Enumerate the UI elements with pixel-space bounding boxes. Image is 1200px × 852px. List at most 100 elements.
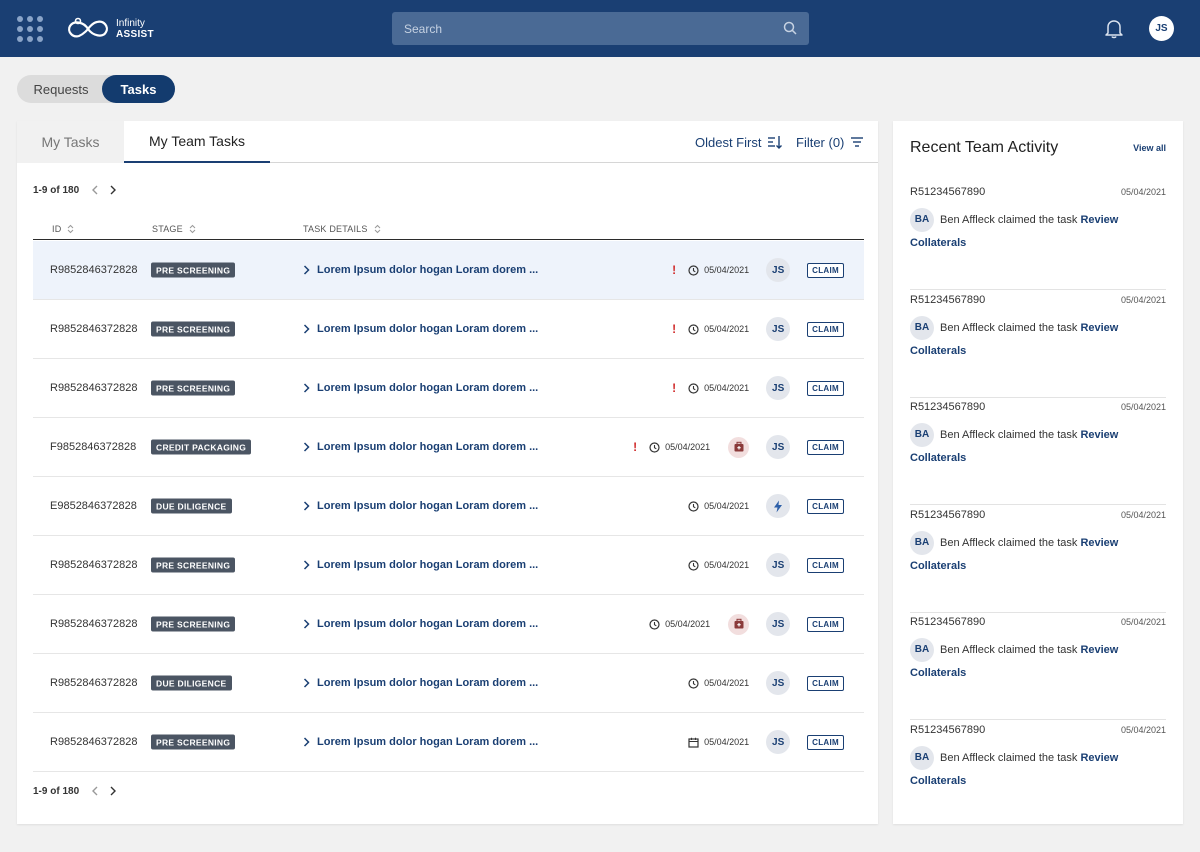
table-row[interactable]: R9852846372828 PRE SCREENING Lorem Ipsum d… [33, 359, 864, 418]
task-details-link[interactable]: Lorem Ipsum dolor hogan Loram dorem ... [303, 300, 538, 358]
assignee-avatar[interactable]: JS [766, 730, 791, 754]
task-id: R9852846372828 [50, 677, 138, 689]
tab-my-team-tasks[interactable]: My Team Tasks [124, 121, 270, 163]
activity-date: 05/04/2021 [1120, 187, 1166, 197]
chevron-right-icon [303, 265, 310, 275]
task-id: R9852846372828 [50, 382, 138, 394]
table-row[interactable]: R9852846372828 PRE SCREENING Lorem Ipsum d… [33, 536, 864, 595]
activity-request-id: R51234567890 [910, 401, 986, 413]
due-date: 05/04/2021 [688, 677, 749, 689]
logo[interactable]: Infinity ASSIST [66, 14, 154, 44]
claim-button[interactable]: CLAIM [807, 734, 844, 750]
task-id: R9852846372828 [50, 264, 138, 276]
claim-button[interactable]: CLAIM [807, 321, 844, 337]
search-input[interactable] [392, 12, 809, 45]
tab-my-tasks[interactable]: My Tasks [17, 121, 124, 163]
table-row[interactable]: E9852846372828 DUE DILIGENCE Lorem Ipsum d… [33, 477, 864, 536]
due-date-text: 05/04/2021 [665, 442, 711, 452]
table-row[interactable]: R9852846372828 PRE SCREENING Lorem Ipsum d… [33, 595, 864, 654]
task-details-text: Lorem Ipsum dolor hogan Loram dorem ... [317, 736, 539, 748]
chevron-right-icon [110, 786, 117, 796]
search-box [392, 12, 809, 45]
task-details-text: Lorem Ipsum dolor hogan Loram dorem ... [317, 264, 539, 276]
assignee-avatar[interactable]: JS [766, 376, 791, 400]
table-row[interactable]: R9852846372828 PRE SCREENING Lorem Ipsum d… [33, 713, 864, 772]
tasks-panel: My Tasks My Team Tasks Oldest First Filt… [17, 121, 878, 824]
stage-badge: CREDIT PACKAGING [151, 439, 252, 455]
stage-badge: DUE DILIGENCE [151, 498, 232, 514]
row-meta: 05/04/2021 JS CLAIM [688, 713, 844, 771]
row-meta: ! 05/04/2021 JS CLAIM [669, 241, 844, 299]
claim-button[interactable]: CLAIM [807, 557, 844, 573]
table-header: ID STAGE TASK DETAILS [33, 217, 864, 240]
assignee-avatar[interactable]: JS [766, 612, 791, 636]
due-date: 05/04/2021 [688, 323, 749, 335]
task-details-link[interactable]: Lorem Ipsum dolor hogan Loram dorem ... [303, 713, 538, 771]
task-details-link[interactable]: Lorem Ipsum dolor hogan Loram dorem ... [303, 595, 538, 653]
row-meta: 05/04/2021 JS CLAIM [649, 595, 844, 653]
next-page-button[interactable] [109, 185, 117, 195]
column-header-id[interactable]: ID [52, 217, 74, 240]
claim-button[interactable]: CLAIM [807, 498, 844, 514]
avatar: BA [910, 530, 934, 555]
claim-button[interactable]: CLAIM [807, 616, 844, 632]
assignee-avatar[interactable]: JS [766, 317, 791, 341]
alert-icon: ! [672, 322, 677, 336]
task-details-link[interactable]: Lorem Ipsum dolor hogan Loram dorem ... [303, 241, 538, 299]
assignee-avatar[interactable]: JS [766, 258, 791, 282]
sort-label: Oldest First [695, 134, 762, 150]
table-row[interactable]: R9852846372828 PRE SCREENING Lorem Ipsum d… [33, 300, 864, 359]
due-date-text: 05/04/2021 [665, 619, 711, 629]
task-details-link[interactable]: Lorem Ipsum dolor hogan Loram dorem ... [303, 654, 538, 712]
prev-page-button[interactable] [91, 185, 99, 195]
table-row[interactable]: R9852846372828 DUE DILIGENCE Lorem Ipsum d… [33, 654, 864, 713]
task-details-link[interactable]: Lorem Ipsum dolor hogan Loram dorem ... [303, 477, 538, 535]
case-badge [728, 613, 750, 635]
top-bar: Infinity ASSIST JS [0, 0, 1200, 57]
due-date-text: 05/04/2021 [704, 737, 750, 747]
claim-button[interactable]: CLAIM [807, 262, 844, 278]
activity-item: R51234567890 05/04/2021 BA Ben Affleck clai… [910, 290, 1166, 398]
task-details-text: Lorem Ipsum dolor hogan Loram dorem ... [317, 500, 539, 512]
column-header-stage[interactable]: STAGE [152, 217, 196, 240]
task-tabs: My Tasks My Team Tasks Oldest First Filt… [17, 121, 878, 163]
row-meta: ! 05/04/2021 JS CLAIM [630, 418, 844, 476]
assignee-avatar[interactable]: JS [766, 671, 791, 695]
filter-control[interactable]: Filter (0) [796, 134, 864, 150]
app-grid-icon[interactable] [17, 16, 43, 42]
task-details-link[interactable]: Lorem Ipsum dolor hogan Loram dorem ... [303, 418, 538, 476]
recent-activity-panel: Recent Team Activity View all R512345678… [893, 121, 1183, 824]
assignee-avatar[interactable]: JS [766, 435, 791, 459]
claim-button[interactable]: CLAIM [807, 675, 844, 691]
user-avatar[interactable]: JS [1149, 16, 1174, 41]
activity-description: Ben Affleck claimed the task [940, 321, 1078, 334]
activity-item: R51234567890 05/04/2021 BA Ben Affleck clai… [910, 720, 1166, 828]
activity-item: R51234567890 05/04/2021 BA Ben Affleck clai… [910, 397, 1166, 505]
stage-badge: PRE SCREENING [151, 321, 236, 337]
toggle-tasks[interactable]: Tasks [102, 75, 175, 103]
task-id: F9852846372828 [50, 441, 137, 453]
chevron-right-icon [303, 383, 310, 393]
sort-control[interactable]: Oldest First [695, 134, 783, 150]
claim-button[interactable]: CLAIM [807, 439, 844, 455]
assignee-avatar[interactable]: JS [766, 553, 791, 577]
table-row[interactable]: R9852846372828 PRE SCREENING Lorem Ipsum d… [33, 241, 864, 300]
table-row[interactable]: F9852846372828 CREDIT PACKAGING Lorem Ipsu… [33, 418, 864, 477]
toggle-requests[interactable]: Requests [17, 75, 105, 103]
assignee-avatar[interactable] [766, 494, 791, 518]
prev-page-button[interactable] [91, 786, 99, 796]
column-header-task-details[interactable]: TASK DETAILS [303, 217, 381, 240]
notification-bell-icon[interactable] [1103, 17, 1125, 39]
activity-date: 05/04/2021 [1120, 617, 1166, 627]
task-details-link[interactable]: Lorem Ipsum dolor hogan Loram dorem ... [303, 359, 538, 417]
due-date-text: 05/04/2021 [704, 265, 750, 275]
task-id: R9852846372828 [50, 323, 138, 335]
task-id: R9852846372828 [50, 736, 138, 748]
view-all-link[interactable]: View all [1133, 143, 1166, 153]
row-meta: 05/04/2021 CLAIM [688, 477, 844, 535]
task-details-link[interactable]: Lorem Ipsum dolor hogan Loram dorem ... [303, 536, 538, 594]
activity-item: R51234567890 05/04/2021 BA Ben Affleck clai… [910, 505, 1166, 613]
search-icon[interactable] [783, 21, 797, 35]
next-page-button[interactable] [109, 786, 117, 796]
claim-button[interactable]: CLAIM [807, 380, 844, 396]
